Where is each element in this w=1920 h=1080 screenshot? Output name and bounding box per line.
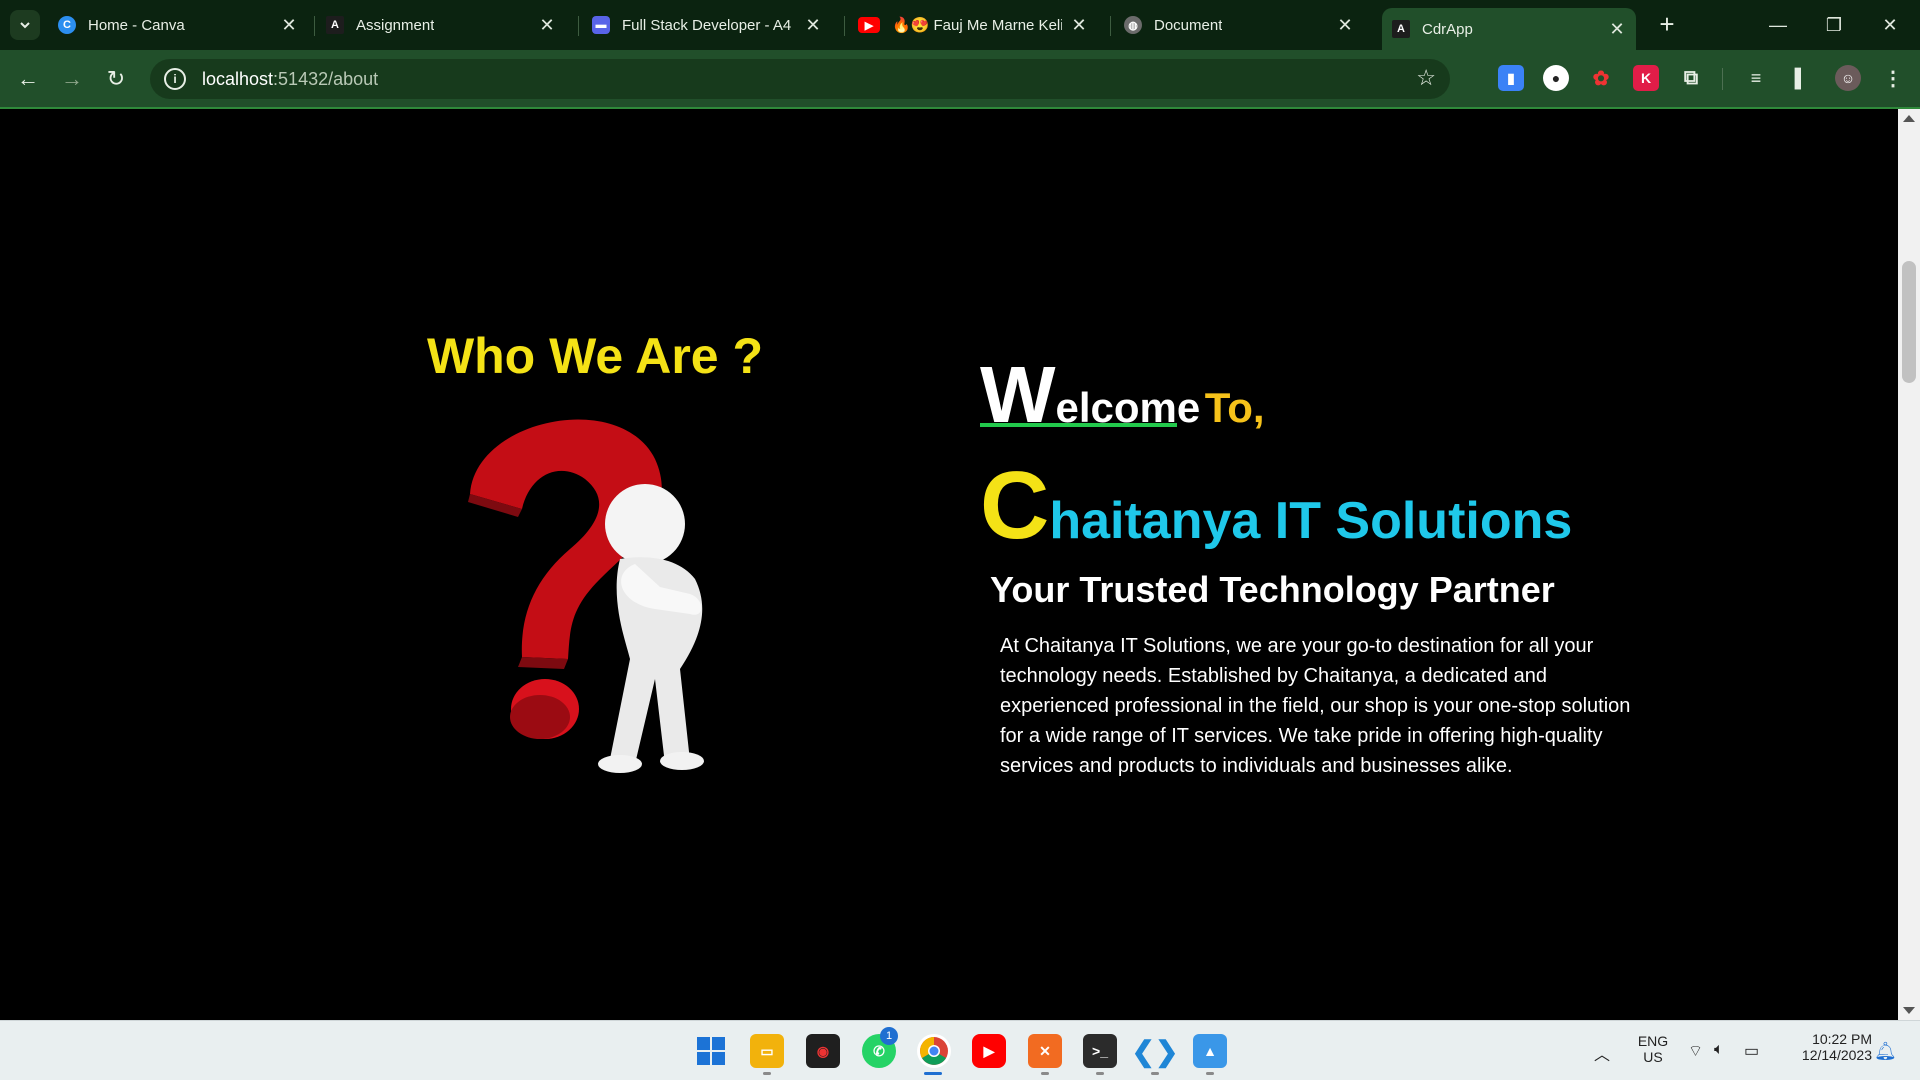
welcome-heading: Welcome To, [980, 349, 1265, 441]
bookmark-star-icon[interactable]: ☆ [1416, 67, 1436, 89]
angular-icon: A [1392, 20, 1410, 38]
angular-icon: A [326, 16, 344, 34]
youtube-app-icon[interactable]: ▶ [972, 1034, 1006, 1068]
close-icon[interactable]: ✕ [1336, 16, 1354, 34]
address-url[interactable]: localhost:51432/about [202, 69, 378, 90]
tagline: Your Trusted Technology Partner [990, 569, 1555, 610]
k-extension-icon[interactable]: K [1633, 65, 1659, 91]
grammar-extension-icon[interactable]: ● [1543, 65, 1569, 91]
terminal-icon[interactable]: >_ [1083, 1034, 1117, 1068]
tab-title: Full Stack Developer - A4 [622, 16, 792, 34]
tab-title: Assignment [356, 16, 435, 34]
tab-search-button[interactable] [10, 10, 40, 40]
close-window-button[interactable]: ✕ [1870, 10, 1910, 40]
chrome-icon[interactable] [917, 1034, 951, 1068]
forward-button[interactable]: → [56, 63, 88, 95]
windows-logo-icon [697, 1037, 725, 1065]
about-paragraph: At Chaitanya IT Solutions, we are your g… [1000, 635, 1631, 777]
scroll-down-arrow[interactable] [1903, 1007, 1915, 1014]
tab-canva[interactable]: C Home - Canva ✕ [58, 8, 308, 42]
reload-button[interactable]: ↻ [100, 63, 132, 95]
close-icon[interactable]: ✕ [280, 16, 298, 34]
chrome-logo-icon [920, 1037, 948, 1065]
tab-title: CdrApp [1422, 20, 1473, 38]
company-name-rest: haitanya IT Solutions [1049, 492, 1573, 550]
welcome-underline [980, 423, 1177, 427]
battery-icon[interactable]: ▭ [1744, 1041, 1759, 1061]
scroll-up-arrow[interactable] [1903, 115, 1915, 122]
new-tab-button[interactable]: + [1652, 10, 1682, 40]
canva-icon: C [58, 16, 76, 34]
site-info-icon[interactable]: i [164, 68, 186, 90]
about-page: Who We Are ? Welcome To, Chaitanya IT So… [0, 109, 1898, 1020]
chevron-down-icon [20, 22, 30, 29]
close-icon[interactable]: ✕ [1070, 16, 1088, 34]
extensions-puzzle-icon[interactable]: ⧉ [1678, 65, 1704, 91]
tab-title: Home - Canva [88, 16, 185, 34]
windows-taskbar: ▭ ◉ ✆ 1 ▶ ✕ >_ ❮❯ ▲ ︿ ENG US ⌔ 🔈︎ ▭ 10:22… [0, 1020, 1920, 1080]
profile-avatar[interactable]: ☺ [1835, 65, 1861, 91]
who-we-are-heading: Who We Are ? [426, 328, 764, 384]
language-indicator[interactable]: ENG US [1632, 1033, 1674, 1065]
tab-strip: C Home - Canva ✕ A Assignment ✕ ▬ Full S… [0, 0, 1920, 50]
file-explorer-icon[interactable]: ▭ [750, 1034, 784, 1068]
screen-recorder-icon[interactable]: ◉ [806, 1034, 840, 1068]
restore-button[interactable]: ❐ [1814, 10, 1854, 40]
wifi-icon[interactable]: ⌔ [1688, 1041, 1703, 1061]
start-button[interactable] [694, 1034, 728, 1068]
photos-icon[interactable]: ▲ [1193, 1034, 1227, 1068]
close-icon[interactable]: ✕ [1608, 20, 1626, 38]
tab-full-stack[interactable]: ▬ Full Stack Developer - A4 ✕ [592, 8, 832, 42]
minimize-button[interactable]: — [1758, 10, 1798, 40]
media-control-icon[interactable]: ≡ [1743, 65, 1769, 91]
notification-bell-icon[interactable]: 🔔︎ [1874, 1041, 1897, 1062]
menu-kebab-icon[interactable]: ⋮ [1880, 65, 1906, 91]
address-bar[interactable]: i localhost:51432/about ☆ [150, 59, 1450, 99]
vertical-scrollbar[interactable] [1898, 109, 1920, 1020]
docs-extension-icon[interactable]: ▮ [1498, 65, 1524, 91]
close-icon[interactable]: ✕ [538, 16, 556, 34]
close-icon[interactable]: ✕ [804, 16, 822, 34]
company-first-letter: C [980, 452, 1050, 559]
clock[interactable]: 10:22 PM 12/14/2023 [1776, 1031, 1872, 1063]
question-mark-figure-image [468, 419, 704, 773]
tab-youtube[interactable]: ▶ 🔥😍 Fauj Me Marne Keliy ✕ [858, 8, 1098, 42]
doc-icon: ▬ [592, 16, 610, 34]
tab-title: Document [1154, 16, 1223, 34]
scroll-thumb[interactable] [1902, 261, 1916, 383]
vscode-icon[interactable]: ❮❯ [1132, 1034, 1179, 1068]
welcome-to: To, [1204, 384, 1265, 431]
xampp-icon[interactable]: ✕ [1028, 1034, 1062, 1068]
tab-assignment[interactable]: A Assignment ✕ [326, 8, 566, 42]
side-panel-icon[interactable]: ▌ [1788, 65, 1814, 91]
tab-cdrapp[interactable]: A CdrApp ✕ [1382, 8, 1636, 50]
chevron-up-icon[interactable]: ︿ [1594, 1041, 1610, 1065]
whatsapp-badge: 1 [880, 1027, 898, 1045]
back-button[interactable]: ← [12, 63, 44, 95]
color-picker-extension-icon[interactable]: ✿ [1588, 65, 1614, 91]
globe-icon: ◍ [1124, 16, 1142, 34]
tab-document[interactable]: ◍ Document ✕ [1124, 8, 1364, 42]
volume-icon[interactable]: 🔈︎ [1714, 1041, 1724, 1059]
browser-toolbar: ← → ↻ i localhost:51432/about ☆ ▮ ● ✿ K … [0, 50, 1920, 108]
youtube-icon: ▶ [858, 17, 880, 33]
tab-title: 🔥😍 Fauj Me Marne Keliy [892, 17, 1062, 34]
company-name-heading: Chaitanya IT Solutions [980, 451, 1572, 561]
